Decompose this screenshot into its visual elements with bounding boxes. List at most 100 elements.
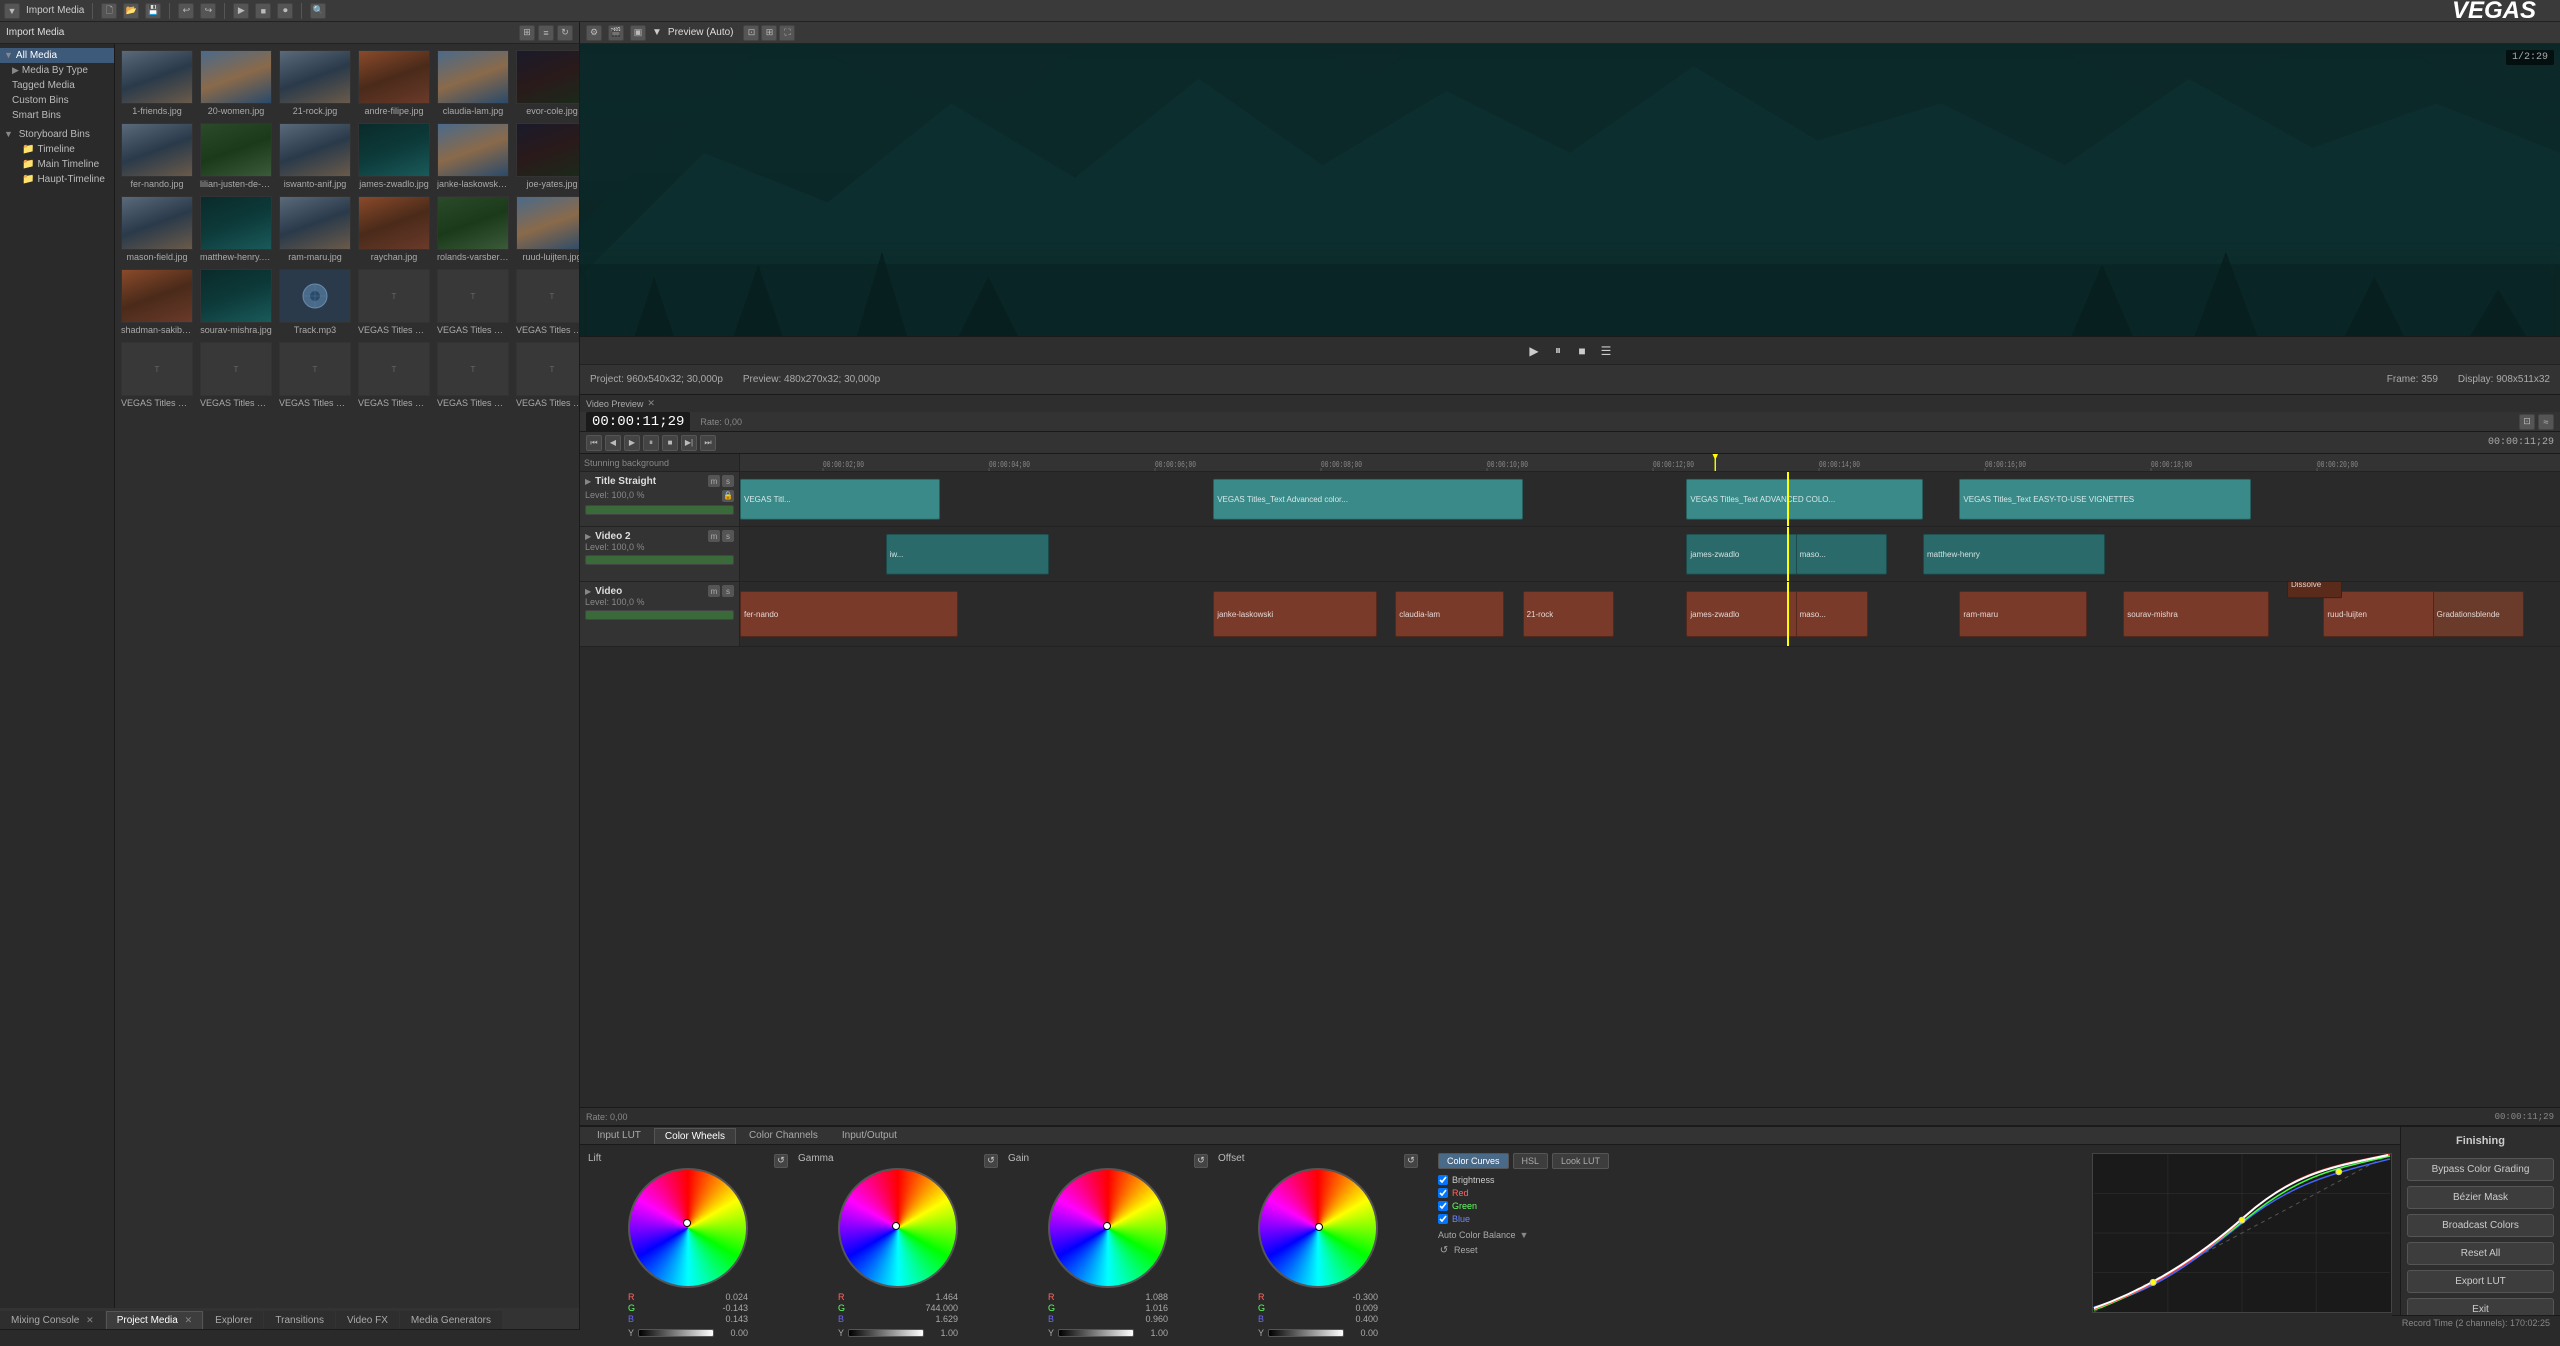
gain-wheel[interactable] (1048, 1168, 1168, 1288)
gain-dot[interactable] (1103, 1222, 1111, 1230)
tree-main-timeline[interactable]: 📁Main Timeline (0, 157, 114, 172)
preview-grid-btn[interactable]: ⊞ (761, 25, 777, 41)
auto-color-dropdown[interactable]: ▼ (1520, 1230, 1529, 1240)
offset-wheel[interactable] (1258, 1168, 1378, 1288)
clip[interactable]: maso... (1796, 534, 1887, 575)
media-item[interactable]: ruud-luijten.jpg (514, 194, 579, 264)
clip-maso[interactable]: maso... (1796, 591, 1869, 637)
clip[interactable]: VEGAS Titl... (740, 479, 940, 520)
play-btn[interactable]: ▶ (233, 3, 249, 19)
reset-icon[interactable]: ↺ (1438, 1244, 1450, 1256)
tl-prev-frame-btn[interactable]: ◀ (605, 435, 621, 451)
open-btn[interactable]: 📂 (123, 3, 139, 19)
lift-dot[interactable] (683, 1219, 691, 1227)
clip-ram[interactable]: ram-maru (1959, 591, 2086, 637)
media-item[interactable]: sourav-mishra.jpg (198, 267, 274, 337)
media-item[interactable]: Track.mp3 (277, 267, 353, 337)
clip-claudia[interactable]: claudia-lam (1395, 591, 1504, 637)
tab-close-mixing[interactable]: ✕ (86, 1315, 94, 1325)
timeline-auto-ripple-btn[interactable]: ≈ (2538, 414, 2554, 430)
tree-timeline[interactable]: 📁Timeline (0, 142, 114, 157)
broadcast-colors-btn[interactable]: Broadcast Colors (2407, 1214, 2554, 1237)
stop-btn[interactable]: ■ (255, 3, 271, 19)
tab-close-project[interactable]: ✕ (185, 1315, 193, 1325)
media-refresh-btn[interactable]: ↻ (557, 25, 573, 41)
track-mute-btn-2[interactable]: m (708, 530, 720, 542)
tl-rewind-btn[interactable]: ⏮ (586, 435, 602, 451)
clip[interactable]: matthew-henry (1923, 534, 2105, 575)
media-item[interactable]: 21-rock.jpg (277, 48, 353, 118)
media-item[interactable]: evor-cole.jpg (514, 48, 579, 118)
clip-dissolve[interactable]: Dissolve (2287, 582, 2342, 598)
clip-janke[interactable]: janke-laskowski (1213, 591, 1377, 637)
tl-pause-btn[interactable]: ⏸ (643, 435, 659, 451)
media-item[interactable]: raychan.jpg (356, 194, 432, 264)
clip[interactable]: VEGAS Titles_Text EASY-TO-USE VIGNETTES (1959, 479, 2250, 520)
track-solo-btn-3[interactable]: s (722, 585, 734, 597)
media-item[interactable]: joe-yates.jpg (514, 121, 579, 191)
checkbox-green[interactable] (1438, 1201, 1448, 1211)
tab-explorer[interactable]: Explorer (204, 1311, 263, 1329)
media-item[interactable]: james-zwadlo.jpg (356, 121, 432, 191)
save-btn[interactable]: 💾 (145, 3, 161, 19)
media-item[interactable]: T VEGAS Titles & Text CREATE YOUR O... (277, 340, 353, 410)
media-item[interactable]: T VEGAS Titles & Text 43 (435, 267, 511, 337)
curves-tab-look-lut[interactable]: Look LUT (1552, 1153, 1609, 1169)
media-item[interactable]: matthew-henry.jpg (198, 194, 274, 264)
media-item[interactable]: janke-laskowski.jpg (435, 121, 511, 191)
clip-grad[interactable]: Gradationsblende (2433, 591, 2524, 637)
tl-stop-btn[interactable]: ■ (662, 435, 678, 451)
media-item[interactable]: iswanto-anif.jpg (277, 121, 353, 191)
lift-y-control[interactable] (638, 1329, 714, 1337)
tab-transitions[interactable]: Transitions (264, 1311, 335, 1329)
tl-ffwd-btn[interactable]: ⏭ (700, 435, 716, 451)
preview-fullscreen-btn[interactable]: ⛶ (779, 25, 795, 41)
lift-reset-btn[interactable]: ↺ (774, 1154, 788, 1168)
media-item[interactable]: T VEGAS Titles & Text 45 (514, 267, 579, 337)
tab-video-fx[interactable]: Video FX (336, 1311, 399, 1329)
offset-y-control[interactable] (1268, 1329, 1344, 1337)
tree-all-media[interactable]: ▼All Media (0, 48, 114, 63)
color-tab-channels[interactable]: Color Channels (738, 1127, 829, 1144)
tree-storyboard-bins[interactable]: ▼ Storyboard Bins (0, 127, 114, 142)
checkbox-red[interactable] (1438, 1188, 1448, 1198)
export-lut-btn[interactable]: Export LUT (2407, 1270, 2554, 1293)
redo-btn[interactable]: ↪ (200, 3, 216, 19)
reset-label[interactable]: Reset (1454, 1245, 1478, 1255)
clip-fer-nando[interactable]: fer-nando (740, 591, 958, 637)
gain-reset-btn[interactable]: ↺ (1194, 1154, 1208, 1168)
checkbox-brightness[interactable] (1438, 1175, 1448, 1185)
media-item[interactable]: 1-friends.jpg (119, 48, 195, 118)
tree-media-by-type[interactable]: ▶Media By Type (0, 63, 114, 78)
media-item[interactable]: 20-women.jpg (198, 48, 274, 118)
track-solo-btn[interactable]: s (722, 475, 734, 487)
preview-settings-btn[interactable]: ⚙ (586, 25, 602, 41)
record-btn[interactable]: ⏺ (277, 3, 293, 19)
tree-custom-bins[interactable]: Custom Bins (0, 93, 114, 108)
media-item[interactable]: andre-filipe.jpg (356, 48, 432, 118)
preview-play-btn[interactable]: ▶ (1525, 342, 1543, 360)
clip[interactable]: VEGAS Titles_Text ADVANCED COLO... (1686, 479, 1923, 520)
track-solo-btn-2[interactable]: s (722, 530, 734, 542)
media-item[interactable]: mason-field.jpg (119, 194, 195, 264)
track-volume-slider-2[interactable] (585, 555, 734, 565)
reset-all-btn[interactable]: Reset All (2407, 1242, 2554, 1265)
media-list-btn[interactable]: ≡ (538, 25, 554, 41)
new-btn[interactable]: 🗋 (101, 3, 117, 19)
media-item[interactable]: T VEGAS Titles & Text DIRECT UPLOAD TO (356, 340, 432, 410)
bypass-color-btn[interactable]: Bypass Color Grading (2407, 1158, 2554, 1181)
media-item[interactable]: T VEGAS Titles & Text ADVANCED COLO... (119, 340, 195, 410)
color-tab-wheels[interactable]: Color Wheels (654, 1128, 736, 1144)
curves-tab-color[interactable]: Color Curves (1438, 1153, 1509, 1169)
media-item[interactable]: fer-nando.jpg (119, 121, 195, 191)
clip[interactable]: iw... (886, 534, 1050, 575)
tree-smart-bins[interactable]: Smart Bins (0, 108, 114, 123)
checkbox-blue[interactable] (1438, 1214, 1448, 1224)
preview-stop-btn[interactable]: ■ (1573, 342, 1591, 360)
curves-tab-hsl[interactable]: HSL (1513, 1153, 1549, 1169)
tree-tagged-media[interactable]: Tagged Media (0, 78, 114, 93)
clip-sourav[interactable]: sourav-mishra (2123, 591, 2269, 637)
media-item[interactable]: shadman-sakib.jpg (119, 267, 195, 337)
gamma-y-control[interactable] (848, 1329, 924, 1337)
media-item[interactable]: ram-maru.jpg (277, 194, 353, 264)
